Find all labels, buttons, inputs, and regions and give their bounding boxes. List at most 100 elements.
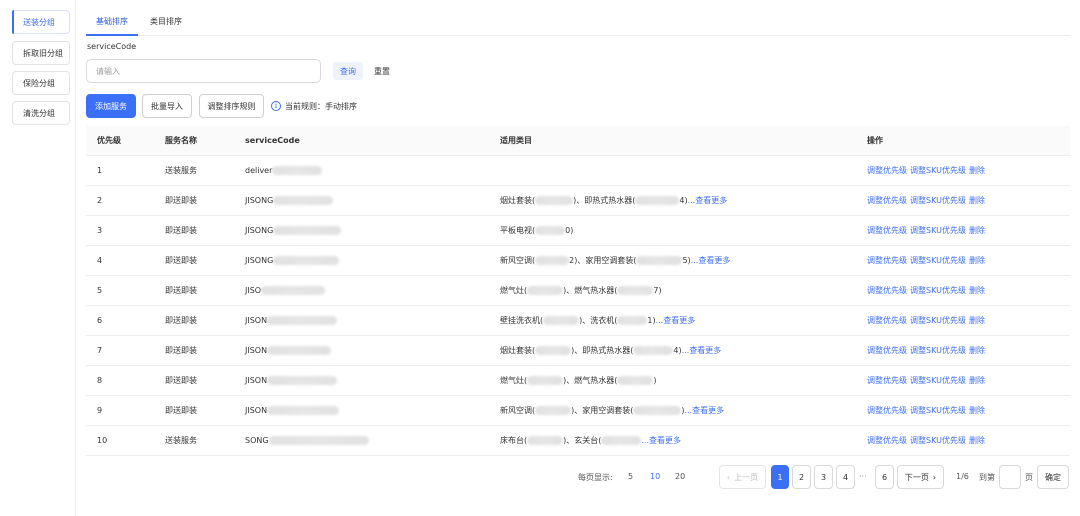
servicecode-cell: JISONG: [245, 246, 340, 276]
service-name-cell: 送装服务: [165, 166, 197, 175]
page-button-1[interactable]: 1: [771, 465, 789, 489]
view-more-link[interactable]: ...查看更多: [682, 346, 722, 355]
servicecode-input[interactable]: [86, 59, 321, 83]
adjust-sku-priority-link[interactable]: 调整SKU优先级: [910, 226, 966, 235]
servicecode-text: SONG: [245, 436, 269, 445]
chevron-left-icon: ‹: [726, 472, 731, 482]
adjust-priority-link[interactable]: 调整优先级: [867, 256, 907, 265]
redacted-text: [272, 166, 323, 175]
delete-link[interactable]: 删除: [969, 226, 985, 235]
delete-link[interactable]: 删除: [969, 166, 985, 175]
service-name-cell: 即送即装: [165, 196, 197, 205]
adjust-priority-link[interactable]: 调整优先级: [867, 406, 907, 415]
servicecode-text: JISON: [245, 316, 268, 325]
adjust-sku-priority-link[interactable]: 调整SKU优先级: [910, 376, 966, 385]
adjust-priority-link[interactable]: 调整优先级: [867, 196, 907, 205]
delete-link[interactable]: 删除: [969, 376, 985, 385]
delete-link[interactable]: 删除: [969, 256, 985, 265]
confirm-button[interactable]: 确定: [1037, 465, 1069, 489]
redacted-text: [267, 406, 340, 415]
view-more-link[interactable]: ...查看更多: [688, 196, 728, 205]
services-table: 优先级 服务名称 serviceCode 适用类目 操作 1 送装服务 delive…: [86, 126, 1070, 456]
redacted-text: [267, 316, 338, 325]
redacted-text: [535, 346, 572, 355]
category-cell: 烟灶套装()、即热式热水器(4)...查看更多: [500, 336, 721, 366]
tab-bar: 基础排序 类目排序: [86, 12, 1070, 36]
active-tab-indicator: [86, 34, 138, 36]
delete-link[interactable]: 删除: [969, 286, 985, 295]
adjust-priority-link[interactable]: 调整优先级: [867, 346, 907, 355]
adjust-sku-priority-link[interactable]: 调整SKU优先级: [910, 436, 966, 445]
sidebar-item-label: 拆取旧分组: [23, 48, 63, 58]
sidebar-item-cleaning[interactable]: 清洗分组: [12, 101, 70, 125]
redacted-text: [535, 406, 572, 415]
tab-basic-sort[interactable]: 基础排序: [96, 16, 128, 27]
sidebar-item-removal[interactable]: 拆取旧分组: [12, 41, 70, 65]
delete-link[interactable]: 删除: [969, 196, 985, 205]
table-row: 1 送装服务 deliver 调整优先级 调整SKU优先级 删除: [86, 156, 1070, 186]
table-body: 1 送装服务 deliver 调整优先级 调整SKU优先级 删除 2 即送即装 JISONG 烟灶…: [86, 156, 1070, 456]
sidebar-item-insurance[interactable]: 保险分组: [12, 71, 70, 95]
page-size-5[interactable]: 5: [628, 472, 633, 481]
delete-link[interactable]: 删除: [969, 316, 985, 325]
query-button[interactable]: 查询: [333, 62, 363, 80]
next-page-button[interactable]: 下一页 ›: [897, 465, 944, 489]
delete-link[interactable]: 删除: [969, 406, 985, 415]
page-button-4[interactable]: 4: [836, 465, 855, 489]
add-service-button[interactable]: 添加服务: [86, 94, 136, 118]
priority-cell: 8: [97, 376, 103, 385]
adjust-sku-priority-link[interactable]: 调整SKU优先级: [910, 286, 966, 295]
delete-link[interactable]: 删除: [969, 436, 985, 445]
category-text: 烟灶套装(: [500, 196, 536, 205]
adjust-priority-link[interactable]: 调整优先级: [867, 316, 907, 325]
priority-cell: 9: [97, 406, 103, 415]
adjust-priority-link[interactable]: 调整优先级: [867, 436, 907, 445]
service-name-cell: 即送即装: [165, 316, 197, 325]
table-row: 9 即送即装 JISON 新风空调()、家用空调套装()...查看更多 调整优先级 调整S…: [86, 396, 1070, 426]
page-button-6[interactable]: 6: [875, 465, 894, 489]
category-text: )、洗衣机(: [579, 316, 618, 325]
adjust-priority-link[interactable]: 调整优先级: [867, 286, 907, 295]
adjust-sku-priority-link[interactable]: 调整SKU优先级: [910, 316, 966, 325]
servicecode-text: JISONG: [245, 226, 274, 235]
priority-cell: 2: [97, 196, 103, 205]
view-more-link[interactable]: ...查看更多: [691, 256, 731, 265]
adjust-sku-priority-link[interactable]: 调整SKU优先级: [910, 346, 966, 355]
adjust-sku-priority-link[interactable]: 调整SKU优先级: [910, 166, 966, 175]
redacted-text: [527, 286, 564, 295]
batch-import-button[interactable]: 批量导入: [142, 94, 192, 118]
adjust-priority-link[interactable]: 调整优先级: [867, 166, 907, 175]
view-more-link[interactable]: ...查看更多: [685, 406, 725, 415]
row-actions: 调整优先级 调整SKU优先级 删除: [867, 156, 988, 186]
page-button-3[interactable]: 3: [814, 465, 833, 489]
category-cell: 床布台()、玄关台(...查看更多: [500, 426, 681, 456]
view-more-link[interactable]: ...查看更多: [641, 436, 681, 445]
prev-page-label: 上一页: [734, 472, 759, 482]
adjust-sort-rule-button[interactable]: 调整排序规则: [199, 94, 264, 118]
servicecode-text: JISON: [245, 346, 268, 355]
reset-button[interactable]: 重置: [369, 62, 395, 80]
row-actions: 调整优先级 调整SKU优先级 删除: [867, 306, 988, 336]
service-name-cell: 即送即装: [165, 376, 197, 385]
prev-page-button[interactable]: ‹ 上一页: [719, 465, 766, 489]
table-row: 5 即送即装 JISO 燃气灶()、燃气热水器(7) 调整优先级 调整SKU优先级 删除: [86, 276, 1070, 306]
adjust-sku-priority-link[interactable]: 调整SKU优先级: [910, 406, 966, 415]
tab-category-sort[interactable]: 类目排序: [150, 16, 182, 27]
goto-page-input[interactable]: [999, 465, 1021, 489]
redacted-text: [601, 436, 642, 445]
delete-link[interactable]: 删除: [969, 346, 985, 355]
adjust-priority-link[interactable]: 调整优先级: [867, 376, 907, 385]
adjust-sku-priority-link[interactable]: 调整SKU优先级: [910, 256, 966, 265]
servicecode-cell: JISON: [245, 306, 338, 336]
redacted-text: [535, 226, 566, 235]
page-size-20[interactable]: 20: [675, 472, 685, 481]
view-more-link[interactable]: ...查看更多: [656, 316, 696, 325]
category-text: )、即热式热水器(: [571, 346, 634, 355]
page-size-10[interactable]: 10: [650, 472, 660, 481]
adjust-sku-priority-link[interactable]: 调整SKU优先级: [910, 196, 966, 205]
page-button-2[interactable]: 2: [792, 465, 811, 489]
category-text: 2)、家用空调套装(: [569, 256, 637, 265]
sidebar-item-delivery-install[interactable]: 送装分组: [12, 10, 70, 34]
category-text: 7): [653, 286, 662, 295]
adjust-priority-link[interactable]: 调整优先级: [867, 226, 907, 235]
